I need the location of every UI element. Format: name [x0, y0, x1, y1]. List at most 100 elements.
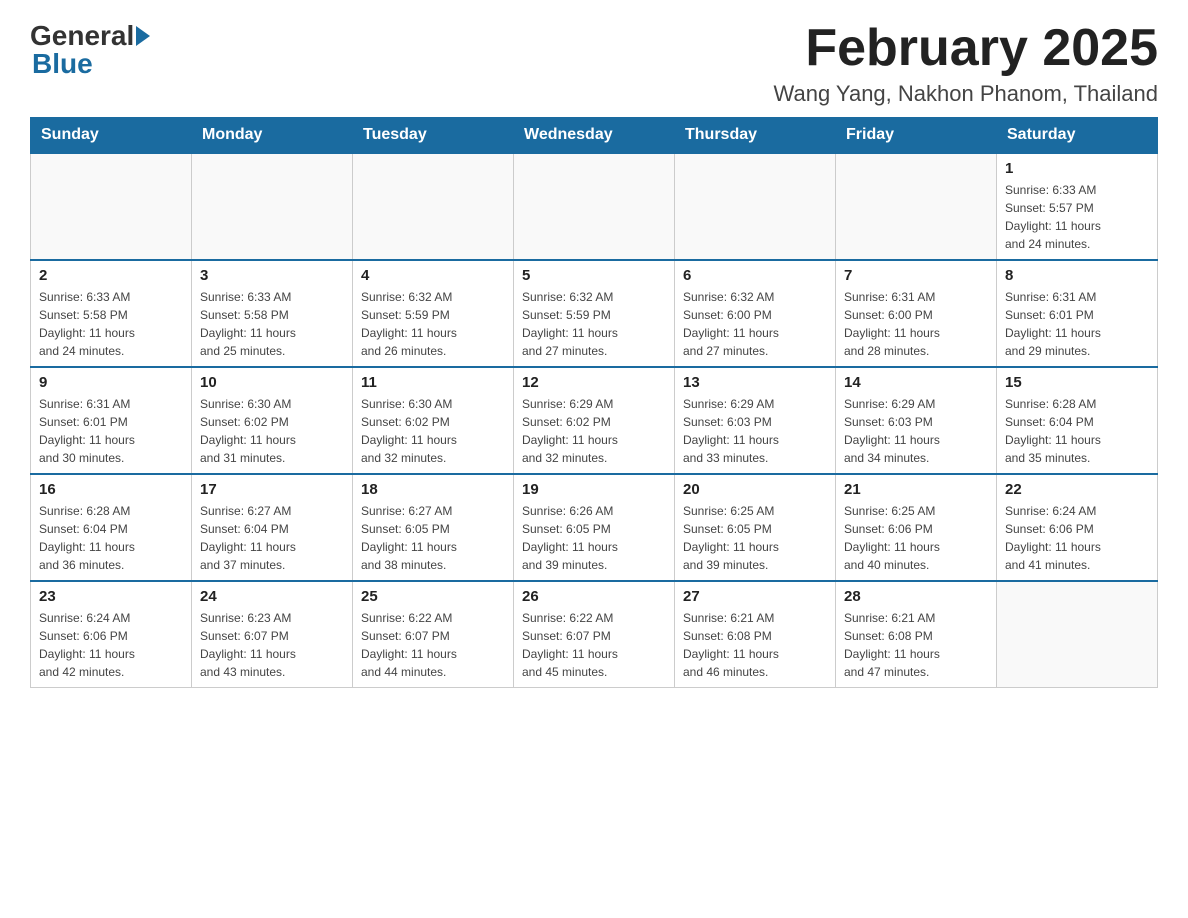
calendar-cell: 25 Sunrise: 6:22 AMSunset: 6:07 PMDayligh… — [353, 581, 514, 688]
logo-arrow-icon — [136, 26, 150, 46]
day-info: Sunrise: 6:29 AMSunset: 6:03 PMDaylight:… — [844, 395, 988, 467]
day-number: 28 — [844, 588, 988, 605]
calendar-cell: 15 Sunrise: 6:28 AMSunset: 6:04 PMDayligh… — [997, 367, 1158, 474]
day-number: 1 — [1005, 160, 1149, 177]
day-info: Sunrise: 6:22 AMSunset: 6:07 PMDaylight:… — [522, 609, 666, 681]
week-row-4: 16 Sunrise: 6:28 AMSunset: 6:04 PMDayligh… — [31, 474, 1158, 581]
day-number: 11 — [361, 374, 505, 391]
day-info: Sunrise: 6:26 AMSunset: 6:05 PMDaylight:… — [522, 502, 666, 574]
logo: General Blue — [30, 20, 152, 80]
calendar-title: February 2025 — [774, 20, 1158, 77]
day-number: 10 — [200, 374, 344, 391]
calendar-cell: 11 Sunrise: 6:30 AMSunset: 6:02 PMDayligh… — [353, 367, 514, 474]
day-number: 23 — [39, 588, 183, 605]
calendar-cell — [192, 153, 353, 260]
col-sunday: Sunday — [31, 118, 192, 154]
day-number: 6 — [683, 267, 827, 284]
week-row-5: 23Sunrise: 6:24 AMSunset: 6:06 PMDayligh… — [31, 581, 1158, 688]
calendar-cell: 26 Sunrise: 6:22 AMSunset: 6:07 PMDayligh… — [514, 581, 675, 688]
calendar-cell: 27 Sunrise: 6:21 AMSunset: 6:08 PMDayligh… — [675, 581, 836, 688]
day-number: 15 — [1005, 374, 1149, 391]
day-number: 25 — [361, 588, 505, 605]
day-info: Sunrise: 6:23 AMSunset: 6:07 PMDaylight:… — [200, 609, 344, 681]
day-info: Sunrise: 6:30 AMSunset: 6:02 PMDaylight:… — [361, 395, 505, 467]
day-number: 16 — [39, 481, 183, 498]
calendar-subtitle: Wang Yang, Nakhon Phanom, Thailand — [774, 81, 1158, 107]
day-info: Sunrise: 6:31 AMSunset: 6:01 PMDaylight:… — [39, 395, 183, 467]
day-info: Sunrise: 6:33 AMSunset: 5:58 PMDaylight:… — [200, 288, 344, 360]
calendar-cell: 22Sunrise: 6:24 AMSunset: 6:06 PMDayligh… — [997, 474, 1158, 581]
calendar-cell: 21 Sunrise: 6:25 AMSunset: 6:06 PMDayligh… — [836, 474, 997, 581]
day-number: 9 — [39, 374, 183, 391]
day-number: 2 — [39, 267, 183, 284]
day-number: 18 — [361, 481, 505, 498]
day-number: 4 — [361, 267, 505, 284]
week-row-1: 1 Sunrise: 6:33 AMSunset: 5:57 PMDaylight… — [31, 153, 1158, 260]
day-number: 3 — [200, 267, 344, 284]
day-number: 22 — [1005, 481, 1149, 498]
calendar-cell: 16 Sunrise: 6:28 AMSunset: 6:04 PMDayligh… — [31, 474, 192, 581]
day-info: Sunrise: 6:21 AMSunset: 6:08 PMDaylight:… — [844, 609, 988, 681]
day-info: Sunrise: 6:22 AMSunset: 6:07 PMDaylight:… — [361, 609, 505, 681]
day-number: 17 — [200, 481, 344, 498]
calendar-cell — [675, 153, 836, 260]
day-info: Sunrise: 6:33 AMSunset: 5:57 PMDaylight:… — [1005, 181, 1149, 253]
calendar-cell: 20Sunrise: 6:25 AMSunset: 6:05 PMDayligh… — [675, 474, 836, 581]
day-number: 24 — [200, 588, 344, 605]
calendar-cell: 6 Sunrise: 6:32 AMSunset: 6:00 PMDaylight… — [675, 260, 836, 367]
day-number: 13 — [683, 374, 827, 391]
day-info: Sunrise: 6:30 AMSunset: 6:02 PMDaylight:… — [200, 395, 344, 467]
calendar-cell: 17Sunrise: 6:27 AMSunset: 6:04 PMDayligh… — [192, 474, 353, 581]
day-info: Sunrise: 6:33 AMSunset: 5:58 PMDaylight:… — [39, 288, 183, 360]
day-info: Sunrise: 6:28 AMSunset: 6:04 PMDaylight:… — [1005, 395, 1149, 467]
day-number: 27 — [683, 588, 827, 605]
calendar-cell: 14 Sunrise: 6:29 AMSunset: 6:03 PMDayligh… — [836, 367, 997, 474]
day-info: Sunrise: 6:28 AMSunset: 6:04 PMDaylight:… — [39, 502, 183, 574]
day-number: 21 — [844, 481, 988, 498]
calendar-cell: 4Sunrise: 6:32 AMSunset: 5:59 PMDaylight… — [353, 260, 514, 367]
calendar-cell: 19 Sunrise: 6:26 AMSunset: 6:05 PMDayligh… — [514, 474, 675, 581]
day-info: Sunrise: 6:21 AMSunset: 6:08 PMDaylight:… — [683, 609, 827, 681]
calendar-cell — [997, 581, 1158, 688]
day-info: Sunrise: 6:32 AMSunset: 5:59 PMDaylight:… — [522, 288, 666, 360]
day-number: 14 — [844, 374, 988, 391]
calendar-cell — [514, 153, 675, 260]
day-info: Sunrise: 6:31 AMSunset: 6:00 PMDaylight:… — [844, 288, 988, 360]
calendar-cell: 9 Sunrise: 6:31 AMSunset: 6:01 PMDaylight… — [31, 367, 192, 474]
calendar-table: Sunday Monday Tuesday Wednesday Thursday… — [30, 117, 1158, 688]
calendar-cell: 23Sunrise: 6:24 AMSunset: 6:06 PMDayligh… — [31, 581, 192, 688]
day-number: 7 — [844, 267, 988, 284]
col-monday: Monday — [192, 118, 353, 154]
calendar-cell: 5 Sunrise: 6:32 AMSunset: 5:59 PMDaylight… — [514, 260, 675, 367]
day-info: Sunrise: 6:29 AMSunset: 6:02 PMDaylight:… — [522, 395, 666, 467]
week-row-2: 2 Sunrise: 6:33 AMSunset: 5:58 PMDaylight… — [31, 260, 1158, 367]
calendar-cell: 1 Sunrise: 6:33 AMSunset: 5:57 PMDaylight… — [997, 153, 1158, 260]
col-thursday: Thursday — [675, 118, 836, 154]
calendar-cell: 28 Sunrise: 6:21 AMSunset: 6:08 PMDayligh… — [836, 581, 997, 688]
day-info: Sunrise: 6:29 AMSunset: 6:03 PMDaylight:… — [683, 395, 827, 467]
calendar-cell: 8 Sunrise: 6:31 AMSunset: 6:01 PMDaylight… — [997, 260, 1158, 367]
col-saturday: Saturday — [997, 118, 1158, 154]
page-header: General Blue February 2025 Wang Yang, Na… — [30, 20, 1158, 107]
calendar-cell: 2 Sunrise: 6:33 AMSunset: 5:58 PMDaylight… — [31, 260, 192, 367]
day-info: Sunrise: 6:31 AMSunset: 6:01 PMDaylight:… — [1005, 288, 1149, 360]
day-number: 19 — [522, 481, 666, 498]
calendar-cell: 18Sunrise: 6:27 AMSunset: 6:05 PMDayligh… — [353, 474, 514, 581]
calendar-cell — [353, 153, 514, 260]
calendar-cell: 3 Sunrise: 6:33 AMSunset: 5:58 PMDaylight… — [192, 260, 353, 367]
day-number: 26 — [522, 588, 666, 605]
col-friday: Friday — [836, 118, 997, 154]
day-number: 12 — [522, 374, 666, 391]
col-tuesday: Tuesday — [353, 118, 514, 154]
day-number: 20 — [683, 481, 827, 498]
day-info: Sunrise: 6:32 AMSunset: 6:00 PMDaylight:… — [683, 288, 827, 360]
calendar-cell — [836, 153, 997, 260]
calendar-cell: 7 Sunrise: 6:31 AMSunset: 6:00 PMDaylight… — [836, 260, 997, 367]
logo-blue-text: Blue — [32, 48, 93, 79]
day-number: 5 — [522, 267, 666, 284]
day-info: Sunrise: 6:25 AMSunset: 6:06 PMDaylight:… — [844, 502, 988, 574]
col-wednesday: Wednesday — [514, 118, 675, 154]
week-row-3: 9 Sunrise: 6:31 AMSunset: 6:01 PMDaylight… — [31, 367, 1158, 474]
title-area: February 2025 Wang Yang, Nakhon Phanom, … — [774, 20, 1158, 107]
day-number: 8 — [1005, 267, 1149, 284]
